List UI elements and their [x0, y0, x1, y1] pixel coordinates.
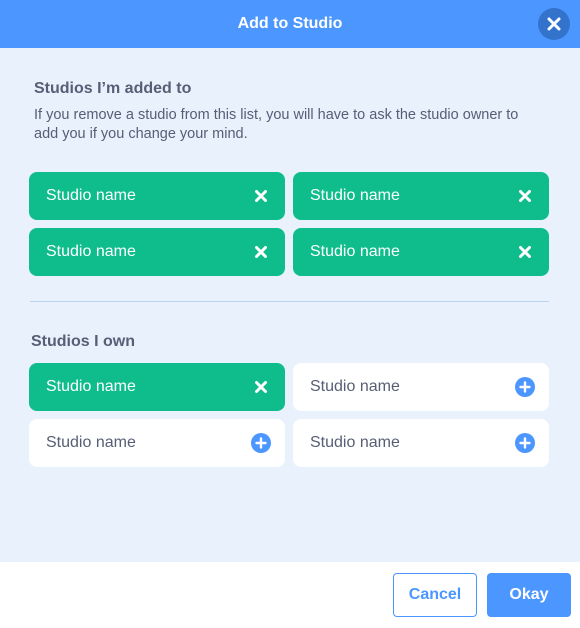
studio-tile-not-added[interactable]: Studio name [293, 419, 549, 467]
remove-icon[interactable] [254, 189, 268, 203]
added-section-title: Studios I’m added to [34, 80, 192, 97]
cancel-button[interactable]: Cancel [393, 573, 477, 617]
add-icon[interactable] [251, 433, 271, 453]
remove-icon[interactable] [254, 380, 268, 394]
added-section-description: If you remove a studio from this list, y… [34, 107, 519, 142]
studio-tile-added[interactable]: Studio name [29, 172, 285, 220]
add-to-studio-modal: Add to Studio Studios I’m added to If yo… [0, 0, 580, 628]
add-icon[interactable] [515, 377, 535, 397]
studio-name: Studio name [310, 378, 400, 395]
studio-tile-not-added[interactable]: Studio name [29, 419, 285, 467]
studio-name: Studio name [46, 187, 136, 204]
remove-icon[interactable] [518, 189, 532, 203]
studio-name: Studio name [46, 434, 136, 451]
studio-tile-added[interactable]: Studio name [293, 172, 549, 220]
add-icon[interactable] [515, 433, 535, 453]
modal-title: Add to Studio [237, 15, 343, 32]
close-icon [547, 17, 561, 31]
studio-name: Studio name [310, 434, 400, 451]
studio-name: Studio name [310, 187, 400, 204]
remove-icon[interactable] [254, 245, 268, 259]
modal-body: Studios I’m added to If you remove a stu… [0, 48, 580, 562]
section-divider [30, 301, 549, 302]
studio-tile-added[interactable]: Studio name [29, 363, 285, 411]
studio-tile-added[interactable]: Studio name [293, 228, 549, 276]
modal-footer: Cancel Okay [0, 562, 580, 628]
modal-header: Add to Studio [0, 0, 580, 48]
remove-icon[interactable] [518, 245, 532, 259]
owned-section-title: Studios I own [31, 333, 135, 350]
studio-tile-not-added[interactable]: Studio name [293, 363, 549, 411]
studio-name: Studio name [310, 243, 400, 260]
okay-button[interactable]: Okay [487, 573, 571, 617]
studio-tile-added[interactable]: Studio name [29, 228, 285, 276]
studio-name: Studio name [46, 378, 136, 395]
close-button[interactable] [538, 8, 570, 40]
studio-name: Studio name [46, 243, 136, 260]
